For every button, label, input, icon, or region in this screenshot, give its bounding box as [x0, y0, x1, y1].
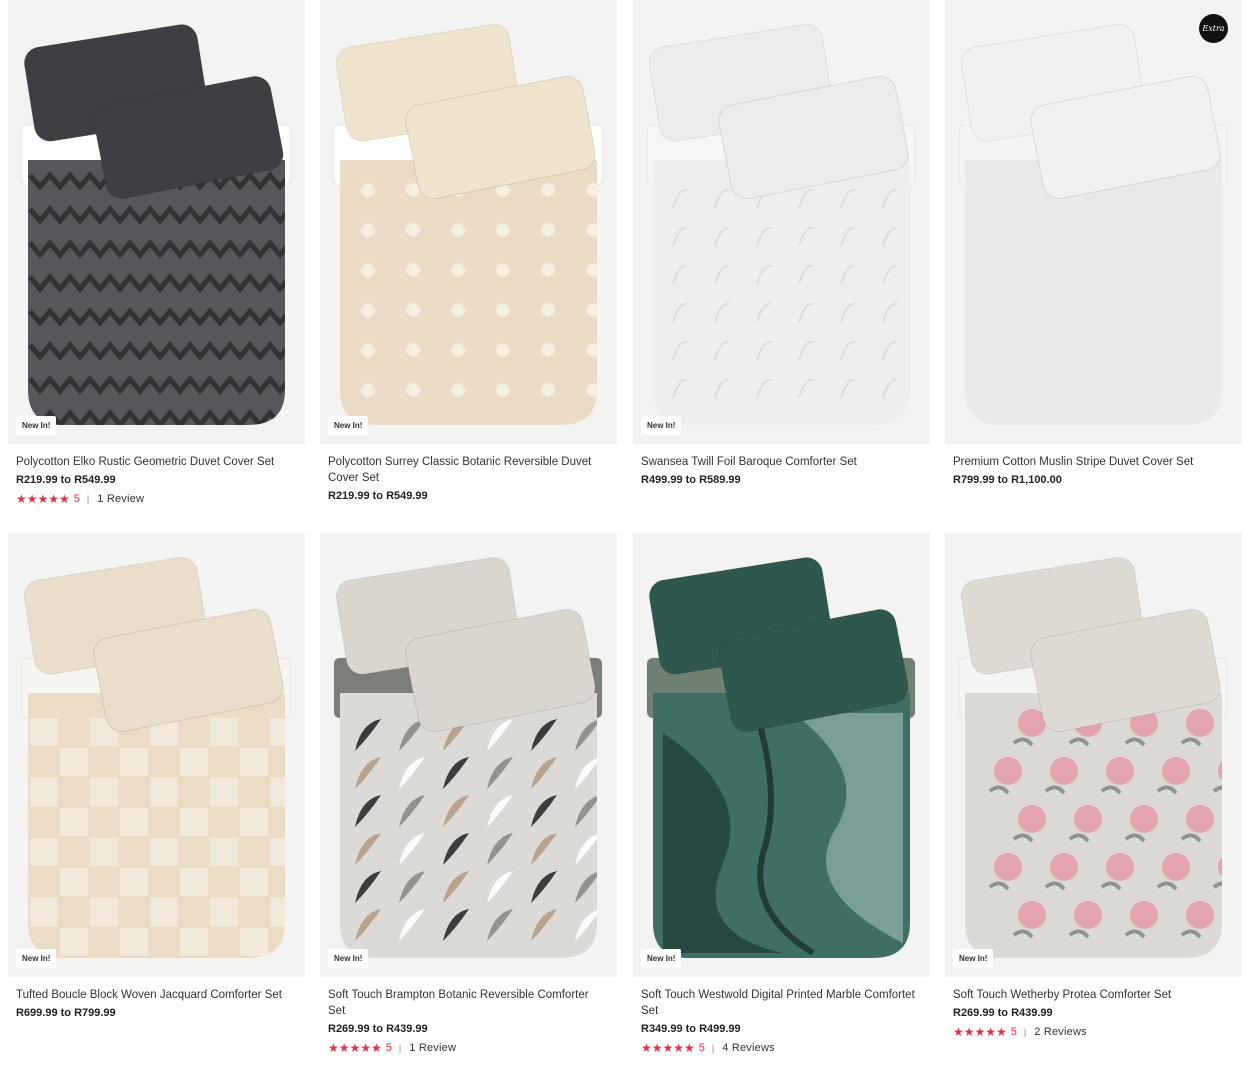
rating-divider: |: [711, 1043, 715, 1053]
extra-logo-icon: Extra: [1199, 14, 1228, 43]
new-in-badge: New In!: [16, 416, 57, 435]
rating-value: 5: [385, 1042, 392, 1054]
product-card[interactable]: New In! Swansea Twill Foil Baroque Comfor…: [633, 0, 930, 486]
new-in-badge: New In!: [16, 949, 57, 968]
product-image-link[interactable]: New In!: [633, 0, 930, 444]
product-image-link[interactable]: New In!: [320, 533, 617, 977]
new-in-badge: New In!: [328, 416, 369, 435]
product-card[interactable]: New In! Polycotton Elko Rustic Geometric …: [8, 0, 305, 506]
product-info: Swansea Twill Foil Baroque Comforter Set…: [633, 444, 930, 486]
product-info: Soft Touch Westwold Digital Printed Marb…: [633, 977, 930, 1055]
product-image: [633, 533, 930, 977]
product-info: Soft Touch Brampton Botanic Reversible C…: [320, 977, 617, 1055]
star-rating-icon: ★★★★★: [328, 1041, 382, 1055]
product-image-link[interactable]: Extra: [945, 0, 1242, 444]
product-image-link[interactable]: New In!: [8, 0, 305, 444]
product-image-link[interactable]: New In!: [945, 533, 1242, 977]
product-card[interactable]: New In! Polycotton Surrey Classic Botanic…: [320, 0, 617, 502]
product-name-link[interactable]: Swansea Twill Foil Baroque Comforter Set: [641, 454, 922, 470]
product-image: [945, 533, 1242, 977]
product-price: R269.99 to R439.99: [328, 1023, 428, 1035]
product-card[interactable]: New In! Soft Touch Westwold Digital Print…: [633, 533, 930, 1055]
product-name-link[interactable]: Soft Touch Brampton Botanic Reversible C…: [328, 987, 609, 1019]
product-image: [320, 533, 617, 977]
product-rating[interactable]: ★★★★★ 5 | 4 Reviews: [641, 1041, 922, 1055]
product-grid: New In! Polycotton Elko Rustic Geometric …: [0, 0, 1250, 1079]
star-rating-icon: ★★★★★: [16, 492, 70, 506]
product-image: [8, 0, 305, 444]
product-rating[interactable]: ★★★★★ 5 | 2 Reviews: [953, 1025, 1234, 1039]
product-price: R349.99 to R499.99: [641, 1023, 741, 1035]
product-price: R699.99 to R799.99: [16, 1007, 116, 1019]
review-count-link[interactable]: 1 Review: [409, 1042, 456, 1054]
new-in-badge: New In!: [328, 949, 369, 968]
product-image: [633, 0, 930, 444]
product-image: [945, 0, 1242, 444]
product-card[interactable]: New In! Soft Touch Brampton Botanic Rever…: [320, 533, 617, 1055]
product-image: [8, 533, 305, 977]
rating-divider: |: [398, 1043, 402, 1053]
product-rating[interactable]: ★★★★★ 5 | 1 Review: [16, 492, 297, 506]
new-in-badge: New In!: [641, 949, 682, 968]
product-price: R499.99 to R589.99: [641, 474, 741, 486]
product-info: Premium Cotton Muslin Stripe Duvet Cover…: [945, 444, 1242, 486]
product-card[interactable]: New In! Tufted Boucle Block Woven Jacquar…: [8, 533, 305, 1019]
product-name-link[interactable]: Premium Cotton Muslin Stripe Duvet Cover…: [953, 454, 1234, 470]
star-rating-icon: ★★★★★: [953, 1025, 1007, 1039]
product-info: Soft Touch Wetherby Protea Comforter Set…: [945, 977, 1242, 1039]
product-price: R219.99 to R549.99: [328, 490, 428, 502]
new-in-badge: New In!: [953, 949, 994, 968]
product-rating[interactable]: ★★★★★ 5 | 1 Review: [328, 1041, 609, 1055]
product-image-link[interactable]: New In!: [320, 0, 617, 444]
star-rating-icon: ★★★★★: [641, 1041, 695, 1055]
review-count-link[interactable]: 1 Review: [97, 493, 144, 505]
product-info: Polycotton Surrey Classic Botanic Revers…: [320, 444, 617, 502]
product-image-link[interactable]: New In!: [8, 533, 305, 977]
rating-value: 5: [73, 493, 80, 505]
rating-value: 5: [698, 1042, 705, 1054]
review-count-link[interactable]: 2 Reviews: [1034, 1026, 1087, 1038]
product-price: R799.99 to R1,100.00: [953, 474, 1062, 486]
rating-divider: |: [1023, 1027, 1027, 1037]
new-in-badge: New In!: [641, 416, 682, 435]
product-info: Polycotton Elko Rustic Geometric Duvet C…: [8, 444, 305, 506]
product-image-link[interactable]: New In!: [633, 533, 930, 977]
product-price: R269.99 to R439.99: [953, 1007, 1053, 1019]
product-name-link[interactable]: Polycotton Surrey Classic Botanic Revers…: [328, 454, 609, 486]
rating-divider: |: [86, 494, 90, 504]
product-info: Tufted Boucle Block Woven Jacquard Comfo…: [8, 977, 305, 1019]
product-name-link[interactable]: Tufted Boucle Block Woven Jacquard Comfo…: [16, 987, 297, 1003]
product-name-link[interactable]: Soft Touch Wetherby Protea Comforter Set: [953, 987, 1234, 1003]
review-count-link[interactable]: 4 Reviews: [722, 1042, 775, 1054]
product-name-link[interactable]: Polycotton Elko Rustic Geometric Duvet C…: [16, 454, 297, 470]
rating-value: 5: [1010, 1026, 1017, 1038]
product-name-link[interactable]: Soft Touch Westwold Digital Printed Marb…: [641, 987, 922, 1019]
product-card[interactable]: New In! Soft Touch Wetherby Protea Comfor…: [945, 533, 1242, 1039]
product-image: [320, 0, 617, 444]
product-card[interactable]: Extra Premium Cotton Muslin Stripe Duvet …: [945, 0, 1242, 486]
product-price: R219.99 to R549.99: [16, 474, 116, 486]
